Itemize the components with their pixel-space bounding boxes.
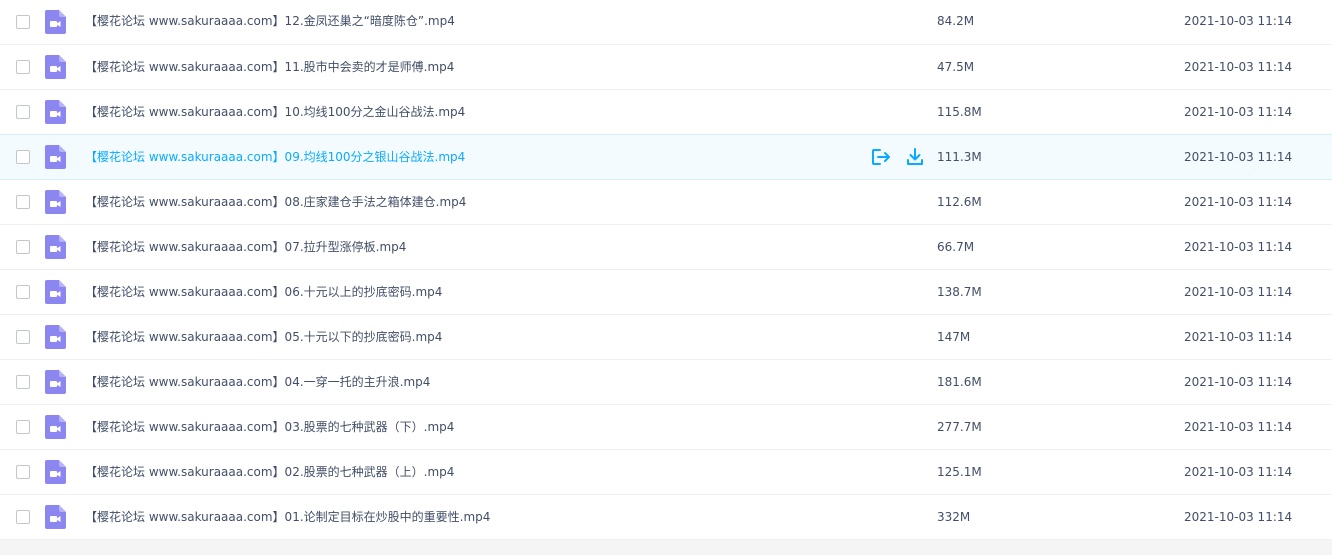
file-size: 66.7M (937, 240, 975, 254)
file-row[interactable]: 【樱花论坛 www.sakuraaaa.com】10.均线100分之金山谷战法.… (0, 90, 1332, 135)
file-date: 2021-10-03 11:14 (1184, 465, 1293, 479)
row-checkbox[interactable] (16, 14, 30, 29)
video-file-icon (45, 505, 66, 529)
file-size: 277.7M (937, 420, 982, 434)
file-date: 2021-10-03 11:14 (1184, 375, 1293, 389)
row-checkbox[interactable] (16, 420, 30, 434)
file-row-hovered[interactable]: 【樱花论坛 www.sakuraaaa.com】09.均线100分之银山谷战法.… (0, 134, 1332, 180)
file-row[interactable]: 【樱花论坛 www.sakuraaaa.com】12.金凤还巢之“暗度陈仓”.m… (0, 0, 1332, 45)
file-row[interactable]: 【樱花论坛 www.sakuraaaa.com】03.股票的七种武器（下）.mp… (0, 405, 1332, 450)
video-file-icon (45, 55, 66, 79)
file-row[interactable]: 【樱花论坛 www.sakuraaaa.com】02.股票的七种武器（上）.mp… (0, 450, 1332, 495)
file-row[interactable]: 【樱花论坛 www.sakuraaaa.com】05.十元以下的抄底密码.mp4… (0, 315, 1332, 360)
file-name-link[interactable]: 【樱花论坛 www.sakuraaaa.com】03.股票的七种武器（下）.mp… (85, 405, 454, 449)
video-file-icon (45, 145, 66, 169)
row-checkbox[interactable] (16, 330, 30, 344)
file-date: 2021-10-03 11:14 (1184, 285, 1293, 299)
row-checkbox[interactable] (16, 195, 30, 209)
file-name-link[interactable]: 【樱花论坛 www.sakuraaaa.com】06.十元以上的抄底密码.mp4 (85, 270, 442, 314)
file-row[interactable]: 【樱花论坛 www.sakuraaaa.com】04.一穿一托的主升浪.mp4 … (0, 360, 1332, 405)
file-size: 84.2M (937, 14, 975, 28)
file-date: 2021-10-03 11:14 (1184, 105, 1293, 119)
row-checkbox[interactable] (16, 60, 30, 74)
file-row[interactable]: 【樱花论坛 www.sakuraaaa.com】06.十元以上的抄底密码.mp4… (0, 270, 1332, 315)
row-checkbox[interactable] (16, 375, 30, 389)
video-file-icon (45, 235, 66, 259)
file-name-link[interactable]: 【樱花论坛 www.sakuraaaa.com】11.股市中会卖的才是师傅.mp… (85, 45, 454, 89)
file-size: 181.6M (937, 375, 982, 389)
file-size: 147M (937, 330, 971, 344)
file-row[interactable]: 【樱花论坛 www.sakuraaaa.com】08.庄家建仓手法之箱体建仓.m… (0, 180, 1332, 225)
download-icon[interactable] (905, 148, 925, 166)
file-name-link[interactable]: 【樱花论坛 www.sakuraaaa.com】07.拉升型涨停板.mp4 (85, 225, 406, 269)
video-file-icon (45, 325, 66, 349)
file-date: 2021-10-03 11:14 (1184, 14, 1293, 28)
file-row[interactable]: 【樱花论坛 www.sakuraaaa.com】01.论制定目标在炒股中的重要性… (0, 495, 1332, 540)
file-size: 111.3M (937, 150, 982, 164)
row-actions (871, 148, 925, 166)
file-size: 47.5M (937, 60, 975, 74)
file-date: 2021-10-03 11:14 (1184, 60, 1293, 74)
file-date: 2021-10-03 11:14 (1184, 330, 1293, 344)
file-date: 2021-10-03 11:14 (1184, 240, 1293, 254)
video-file-icon (45, 370, 66, 394)
row-checkbox[interactable] (16, 150, 30, 164)
file-date: 2021-10-03 11:14 (1184, 420, 1293, 434)
row-checkbox[interactable] (16, 510, 30, 524)
file-name-link[interactable]: 【樱花论坛 www.sakuraaaa.com】09.均线100分之银山谷战法.… (85, 135, 465, 179)
file-name-link[interactable]: 【樱花论坛 www.sakuraaaa.com】05.十元以下的抄底密码.mp4 (85, 315, 442, 359)
video-file-icon (45, 9, 66, 34)
file-name-link[interactable]: 【樱花论坛 www.sakuraaaa.com】02.股票的七种武器（上）.mp… (85, 450, 454, 494)
row-checkbox[interactable] (16, 285, 30, 299)
file-date: 2021-10-03 11:14 (1184, 150, 1293, 164)
file-size: 332M (937, 510, 971, 524)
video-file-icon (45, 460, 66, 484)
file-row[interactable]: 【樱花论坛 www.sakuraaaa.com】11.股市中会卖的才是师傅.mp… (0, 45, 1332, 90)
file-list: 【樱花论坛 www.sakuraaaa.com】12.金凤还巢之“暗度陈仓”.m… (0, 0, 1332, 540)
file-size: 115.8M (937, 105, 982, 119)
row-checkbox[interactable] (16, 240, 30, 254)
file-size: 112.6M (937, 195, 982, 209)
video-file-icon (45, 280, 66, 304)
row-checkbox[interactable] (16, 465, 30, 479)
file-size: 125.1M (937, 465, 982, 479)
file-size: 138.7M (937, 285, 982, 299)
video-file-icon (45, 415, 66, 439)
row-checkbox[interactable] (16, 105, 30, 119)
file-date: 2021-10-03 11:14 (1184, 195, 1293, 209)
video-file-icon (45, 190, 66, 214)
file-name-link[interactable]: 【樱花论坛 www.sakuraaaa.com】01.论制定目标在炒股中的重要性… (85, 495, 490, 539)
file-row[interactable]: 【樱花论坛 www.sakuraaaa.com】07.拉升型涨停板.mp4 66… (0, 225, 1332, 270)
file-date: 2021-10-03 11:14 (1184, 510, 1293, 524)
file-name-link[interactable]: 【樱花论坛 www.sakuraaaa.com】04.一穿一托的主升浪.mp4 (85, 360, 430, 404)
file-name-link[interactable]: 【樱花论坛 www.sakuraaaa.com】10.均线100分之金山谷战法.… (85, 90, 465, 134)
file-name-link[interactable]: 【樱花论坛 www.sakuraaaa.com】08.庄家建仓手法之箱体建仓.m… (85, 180, 466, 224)
video-file-icon (45, 100, 66, 124)
file-name-link[interactable]: 【樱花论坛 www.sakuraaaa.com】12.金凤还巢之“暗度陈仓”.m… (85, 0, 455, 43)
share-icon[interactable] (871, 148, 891, 166)
